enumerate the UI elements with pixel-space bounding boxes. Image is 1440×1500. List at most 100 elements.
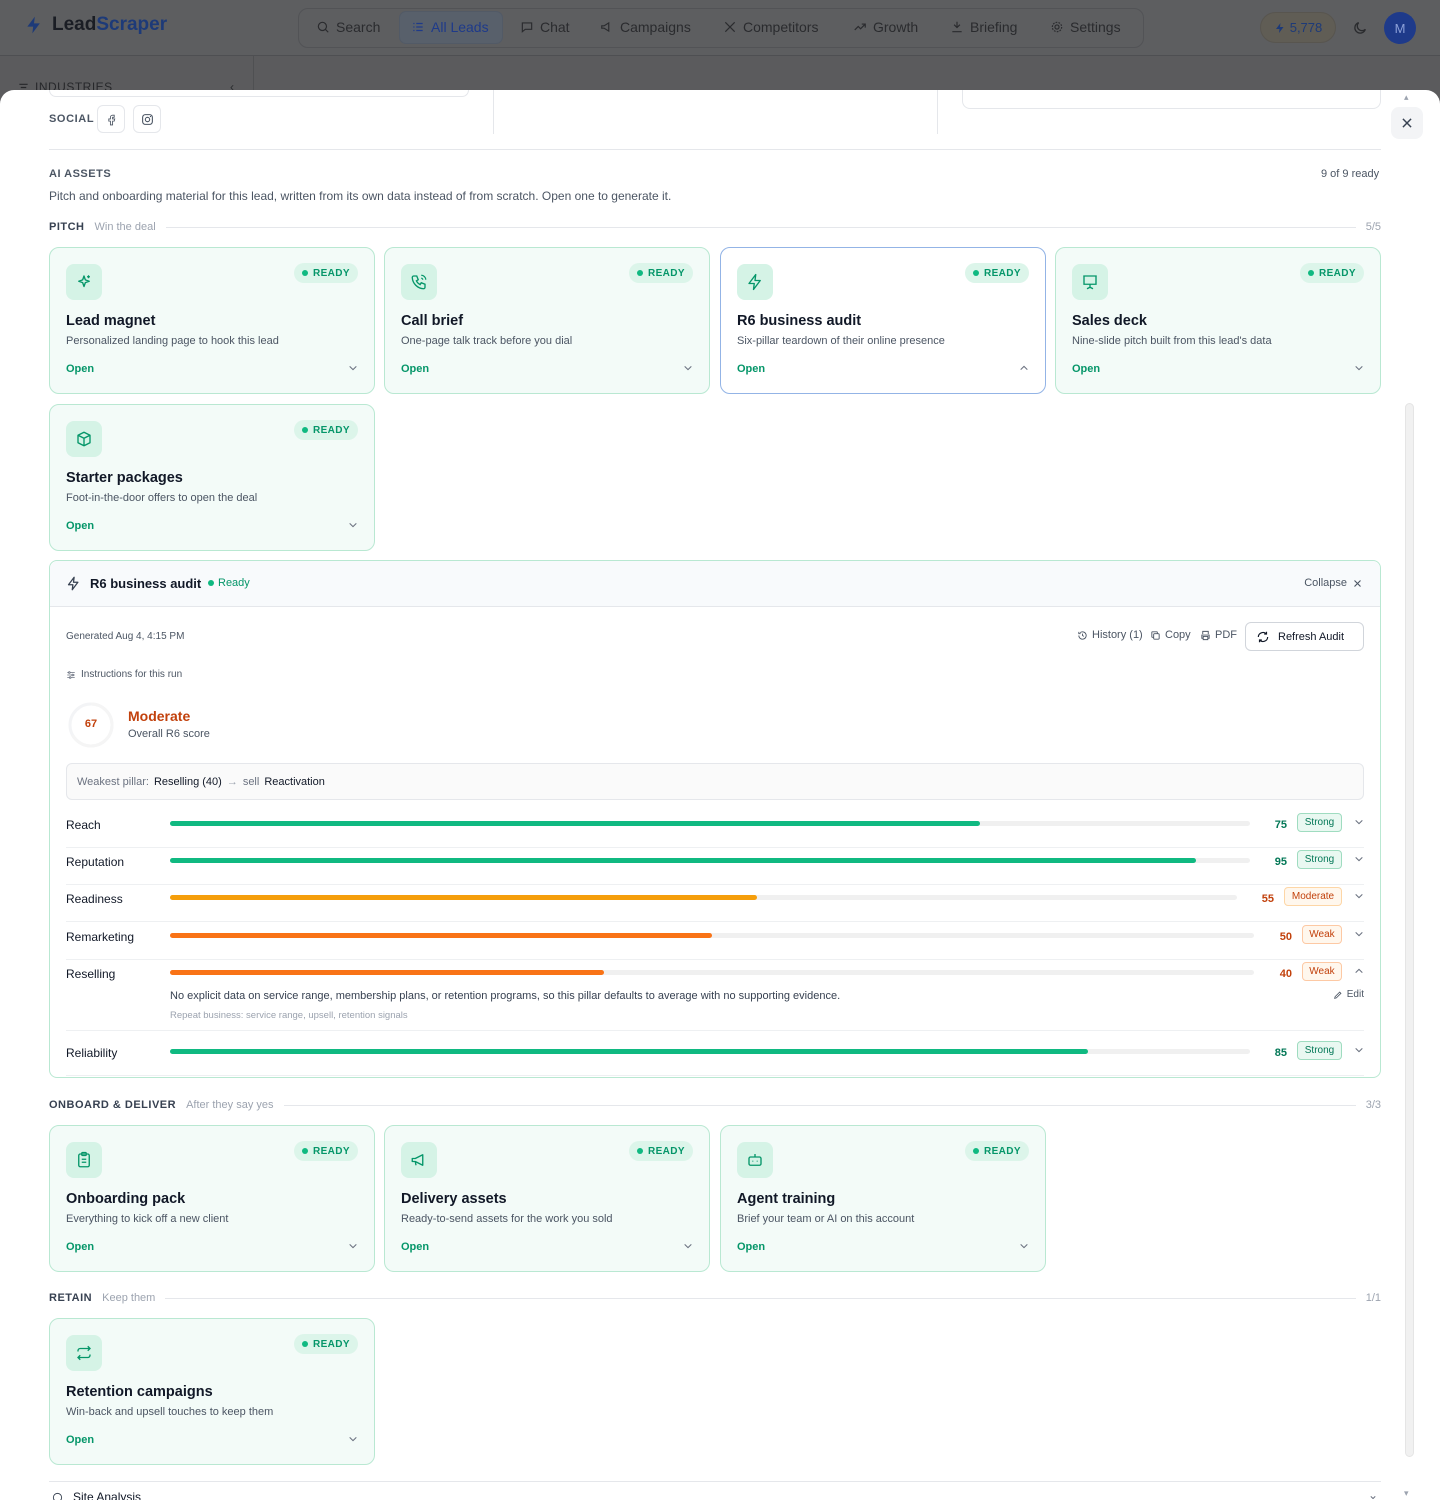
chevron-down-icon[interactable] — [1354, 363, 1364, 373]
overall-level: Moderate — [128, 708, 191, 724]
credits-badge[interactable]: 5,778 — [1260, 12, 1336, 43]
chevron-down-icon[interactable] — [1354, 929, 1364, 939]
refresh-icon — [1257, 631, 1269, 642]
edit-button[interactable]: Edit — [1333, 989, 1364, 1000]
audit-header: R6 business audit Ready Collapse — [50, 561, 1380, 607]
nav-competitors[interactable]: Competitors — [723, 19, 818, 35]
briefing-icon — [952, 21, 962, 33]
nav-settings[interactable]: Settings — [1050, 19, 1121, 35]
copy-button[interactable]: Copy — [1150, 629, 1191, 641]
nav-briefing[interactable]: Briefing — [950, 19, 1017, 35]
ready-badge: READY — [964, 263, 1029, 283]
asset-card-sales-deck[interactable]: READY Sales deck Nine-slide pitch built fr… — [1055, 247, 1381, 394]
chevron-down-icon[interactable] — [1354, 854, 1364, 864]
chevron-down-icon[interactable] — [348, 520, 358, 530]
chevron-down-icon[interactable] — [1019, 1241, 1029, 1251]
ready-count: 9 of 9 ready — [1321, 168, 1380, 180]
site-analysis-section[interactable]: Site Analysis — [52, 1490, 141, 1500]
group-subtitle: After they say yes — [186, 1099, 274, 1111]
nav-growth[interactable]: Growth — [853, 19, 918, 35]
pillar-bar-track — [170, 821, 1250, 826]
ready-badge: READY — [964, 1141, 1029, 1161]
brand-logo[interactable]: LeadScraper — [24, 14, 167, 36]
open-link[interactable]: Open — [401, 363, 429, 375]
pillar-level-badge: Strong — [1297, 813, 1342, 832]
asset-card-r6-business-audit[interactable]: READY R6 business audit Six-pillar teardow… — [720, 247, 1046, 394]
pillar-row-reselling[interactable]: Reselling 40 Weak No explicit data on servi… — [66, 960, 1364, 1031]
pillar-row-reach[interactable]: Reach 75 Strong — [66, 811, 1364, 848]
pillar-row-readiness[interactable]: Readiness 55 Moderate — [66, 885, 1364, 922]
history-button[interactable]: History (1) — [1077, 629, 1143, 641]
asset-card-agent-training[interactable]: READY Agent training Brief your team or AI… — [720, 1125, 1046, 1272]
instagram-button[interactable] — [133, 105, 161, 133]
chevron-down-icon[interactable] — [1354, 891, 1364, 901]
facebook-button[interactable] — [97, 105, 125, 133]
close-button[interactable] — [1391, 107, 1423, 139]
audit-title: R6 business audit — [90, 576, 202, 591]
ready-badge: READY — [628, 263, 693, 283]
asset-card-starter-packages[interactable]: READY Starter packages Foot-in-the-door of… — [49, 404, 375, 551]
chevron-up-icon[interactable] — [1019, 363, 1029, 373]
scroll-up-icon[interactable]: ▴ — [1404, 92, 1409, 103]
pillar-level-badge: Strong — [1297, 850, 1342, 869]
nav-search[interactable]: Search — [316, 19, 380, 35]
card-title: Call brief — [401, 313, 464, 329]
pillar-score: 55 — [1261, 893, 1274, 905]
asset-card-delivery-assets[interactable]: READY Delivery assets Ready-to-send assets… — [384, 1125, 710, 1272]
pillar-row-remarketing[interactable]: Remarketing 50 Weak — [66, 923, 1364, 960]
pillar-row-reputation[interactable]: Reputation 95 Strong — [66, 848, 1364, 885]
pillar-level-badge: Strong — [1297, 1041, 1342, 1060]
card-title: Starter packages — [66, 470, 183, 486]
asset-card-call-brief[interactable]: READY Call brief One-page talk track befor… — [384, 247, 710, 394]
asset-card-lead-magnet[interactable]: READY Lead magnet Personalized landing pag… — [49, 247, 375, 394]
open-link[interactable]: Open — [66, 1434, 94, 1446]
repeat-icon — [66, 1335, 102, 1371]
avatar[interactable]: M — [1384, 12, 1416, 44]
ready-badge: READY — [1299, 263, 1364, 283]
ready-badge: READY — [293, 1334, 358, 1354]
chevron-down-icon[interactable] — [1354, 817, 1364, 827]
sparkles-icon — [66, 264, 102, 300]
open-link[interactable]: Open — [737, 363, 765, 375]
open-link[interactable]: Open — [66, 363, 94, 375]
pdf-button[interactable]: PDF — [1200, 629, 1237, 641]
group-subtitle: Keep them — [102, 1292, 156, 1304]
chevron-down-icon[interactable]: ⌄ — [1368, 1488, 1378, 1500]
open-link[interactable]: Open — [1072, 363, 1100, 375]
instructions-toggle[interactable]: Instructions for this run — [66, 669, 182, 680]
chevron-down-icon[interactable] — [1354, 1045, 1364, 1055]
open-link[interactable]: Open — [737, 1241, 765, 1253]
pillar-row-reliability[interactable]: Reliability 85 Strong — [66, 1039, 1364, 1076]
card-title: R6 business audit — [737, 313, 862, 329]
refresh-audit-button[interactable]: Refresh Audit — [1245, 622, 1364, 651]
chevron-down-icon[interactable] — [348, 1434, 358, 1444]
pillar-name: Remarketing — [66, 930, 135, 944]
pillar-score: 40 — [1279, 968, 1292, 980]
collapse-button[interactable]: Collapse — [1304, 577, 1362, 589]
chevron-down-icon[interactable] — [683, 1241, 693, 1251]
pillar-bar-track — [170, 858, 1250, 863]
chevron-down-icon[interactable] — [348, 1241, 358, 1251]
chevron-down-icon[interactable] — [348, 363, 358, 373]
modal-scrollbar[interactable] — [1405, 403, 1414, 1457]
nav-campaigns[interactable]: Campaigns — [600, 19, 691, 35]
megaphone-icon — [401, 1142, 437, 1178]
pencil-icon — [1333, 990, 1342, 999]
asset-card-retention-campaigns[interactable]: READY Retention campaigns Win-back and ups… — [49, 1318, 375, 1465]
card-description: Win-back and upsell touches to keep them — [66, 1406, 274, 1418]
pillar-name: Reputation — [66, 855, 125, 869]
search-icon — [317, 21, 329, 33]
asset-card-onboarding-pack[interactable]: READY Onboarding pack Everything to kick o… — [49, 1125, 375, 1272]
chevron-down-icon[interactable] — [683, 363, 693, 373]
pillar-level-badge: Weak — [1302, 962, 1342, 981]
open-link[interactable]: Open — [401, 1241, 429, 1253]
open-link[interactable]: Open — [66, 520, 94, 532]
card-description: Six-pillar teardown of their online pres… — [737, 335, 945, 347]
nav-chat[interactable]: Chat — [520, 19, 570, 35]
chevron-up-icon[interactable] — [1354, 966, 1364, 976]
nav-all-leads[interactable]: All Leads — [411, 19, 489, 35]
open-link[interactable]: Open — [66, 1241, 94, 1253]
pillar-level-badge: Moderate — [1284, 887, 1342, 906]
scroll-down-icon[interactable]: ▾ — [1404, 1488, 1409, 1499]
dark-mode-toggle[interactable] — [1352, 20, 1368, 36]
